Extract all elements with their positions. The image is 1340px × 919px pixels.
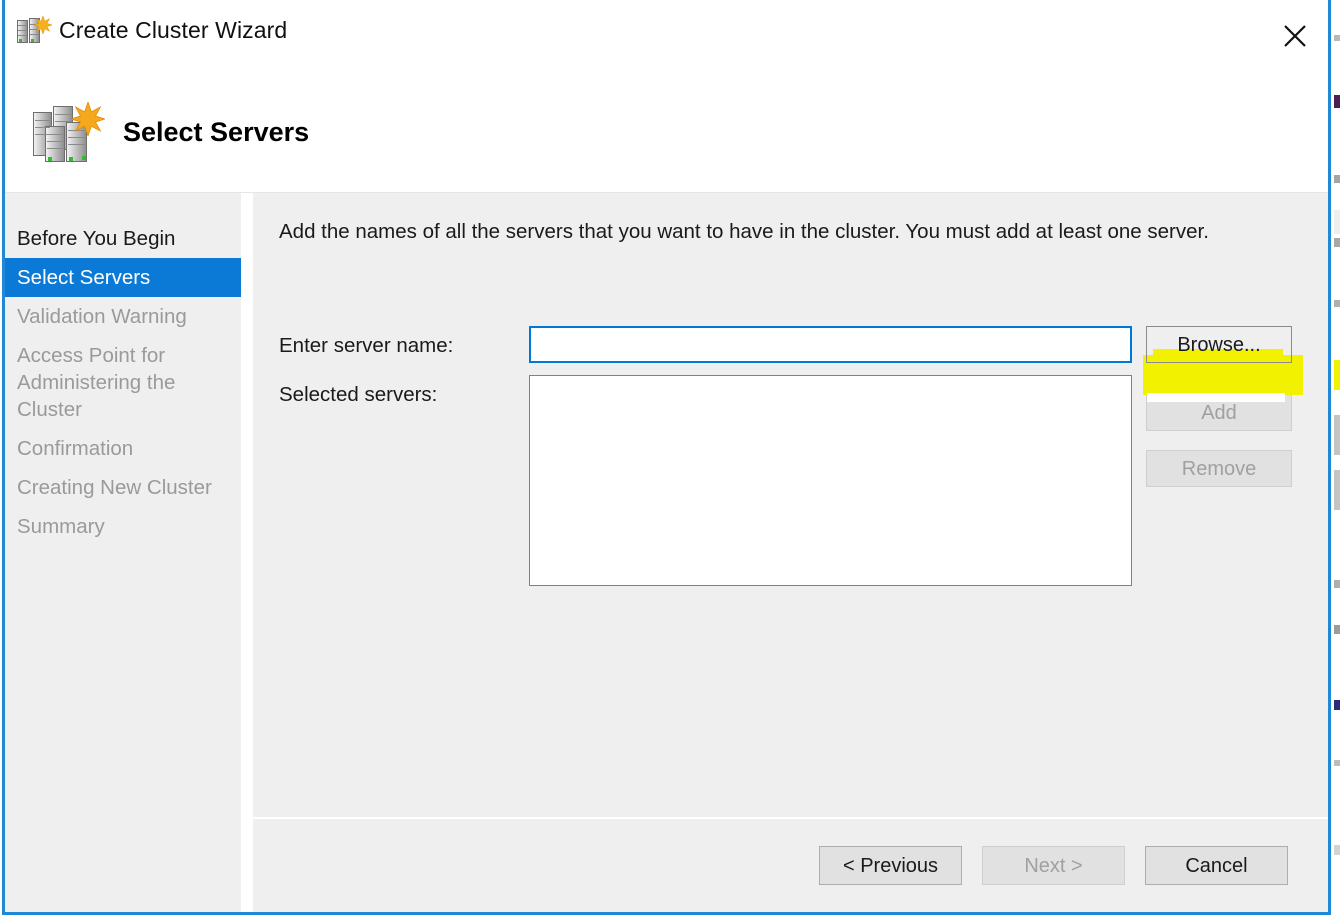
sidebar-item-label: Summary <box>17 515 105 538</box>
sidebar-item-before-you-begin[interactable]: Before You Begin <box>5 219 241 258</box>
selected-servers-listbox[interactable] <box>529 375 1132 586</box>
wizard-footer: < Previous Next > Cancel <box>253 817 1328 912</box>
server-name-row: Enter server name: Browse... <box>279 326 1328 363</box>
sidebar-item-label: Confirmation <box>17 437 134 460</box>
selected-servers-label: Selected servers: <box>279 383 438 406</box>
instruction-text: Add the names of all the servers that yo… <box>279 220 1209 243</box>
server-name-input[interactable] <box>529 326 1132 363</box>
background-fragment <box>1334 300 1340 307</box>
sidebar-item-creating-new-cluster[interactable]: Creating New Cluster <box>5 468 241 507</box>
sidebar-item-label: Creating New Cluster <box>17 476 212 499</box>
background-fragment <box>1334 175 1340 183</box>
cluster-servers-large-icon <box>31 100 105 164</box>
background-fragment <box>1334 700 1340 710</box>
content-main: Add the names of all the servers that yo… <box>253 193 1328 817</box>
background-fragment <box>1334 360 1340 390</box>
wizard-body: Before You Begin Select Servers Validati… <box>5 193 1328 912</box>
sidebar-item-label: Select Servers <box>17 266 151 289</box>
cluster-servers-icon <box>17 16 52 46</box>
sidebar-item-select-servers[interactable]: Select Servers <box>5 258 241 297</box>
browse-button-column: Browse... <box>1146 326 1292 363</box>
background-fragment <box>1334 625 1340 634</box>
remove-button[interactable]: Remove <box>1146 450 1292 487</box>
cancel-button[interactable]: Cancel <box>1145 846 1288 885</box>
page-title: Select Servers <box>123 116 310 147</box>
wizard-steps-sidebar: Before You Begin Select Servers Validati… <box>5 193 241 912</box>
wizard-banner: Select Servers <box>5 72 1328 193</box>
browse-button-wrap: Browse... <box>1146 326 1292 363</box>
background-fragment <box>1334 415 1340 455</box>
sidebar-item-label: Before You Begin <box>17 227 176 250</box>
server-selection-form: Enter server name: Browse... Selected se… <box>279 326 1328 598</box>
sidebar-item-label: Validation Warning <box>17 305 187 328</box>
background-fragment <box>1334 760 1340 766</box>
next-button[interactable]: Next > <box>982 846 1125 885</box>
browse-button[interactable]: Browse... <box>1146 326 1292 363</box>
sidebar-item-confirmation[interactable]: Confirmation <box>5 429 241 468</box>
background-fragment <box>1334 95 1340 108</box>
background-fragment <box>1334 238 1340 247</box>
background-fragment <box>1334 35 1340 41</box>
list-actions-column: Add Remove <box>1146 375 1292 487</box>
sidebar-item-summary[interactable]: Summary <box>5 507 241 546</box>
create-cluster-wizard-window: Create Cluster Wizard Select Servers Bef… <box>2 0 1331 915</box>
sidebar-item-validation-warning[interactable]: Validation Warning <box>5 297 241 336</box>
add-button[interactable]: Add <box>1146 394 1292 431</box>
sidebar-item-label: Access Point for Administering the Clust… <box>17 344 176 421</box>
background-fragment <box>1334 580 1340 588</box>
content-pane: Add the names of all the servers that yo… <box>253 193 1328 912</box>
close-icon[interactable] <box>1272 14 1318 58</box>
background-fragment <box>1334 210 1340 234</box>
sidebar-content-divider <box>241 193 253 912</box>
previous-button[interactable]: < Previous <box>819 846 962 885</box>
server-name-label: Enter server name: <box>279 334 454 357</box>
sidebar-item-access-point[interactable]: Access Point for Administering the Clust… <box>5 336 217 429</box>
title-bar: Create Cluster Wizard <box>5 0 1328 72</box>
window-title: Create Cluster Wizard <box>59 17 288 43</box>
selected-servers-row: Selected servers: Add Remove <box>279 375 1328 586</box>
background-fragment <box>1334 845 1340 855</box>
background-fragment <box>1334 470 1340 510</box>
